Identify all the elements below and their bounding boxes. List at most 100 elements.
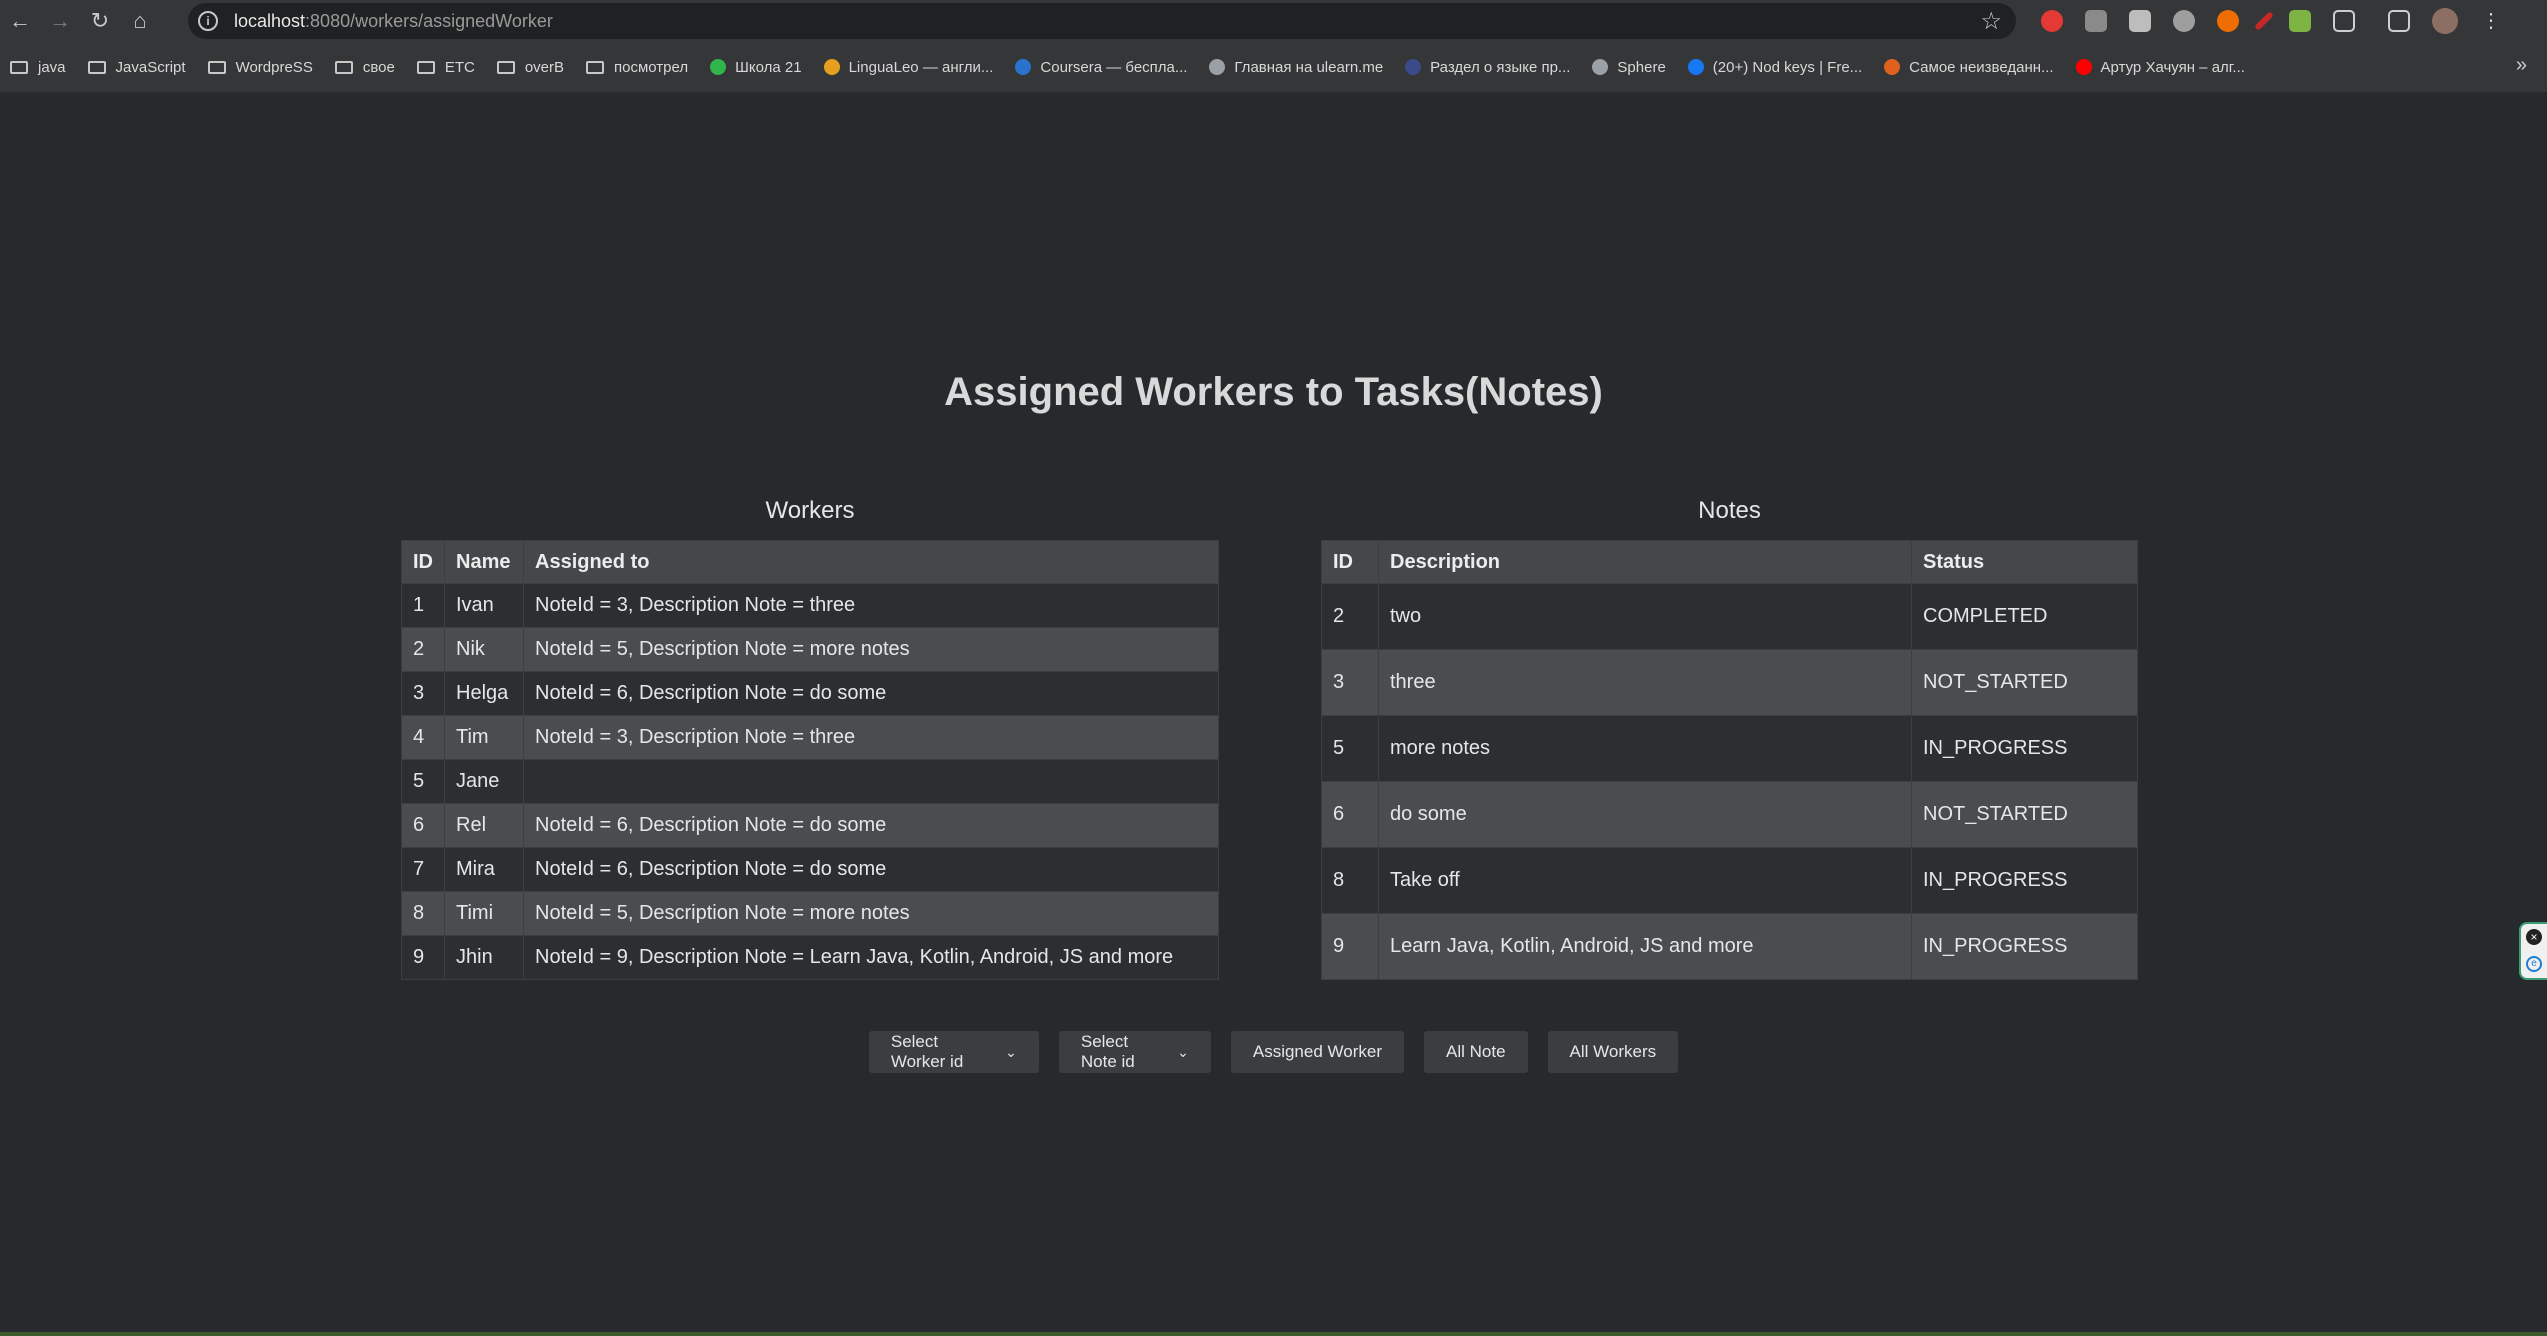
table-cell: NoteId = 6, Description Note = do some <box>523 671 1219 716</box>
notes-table: ID Description Status 2 two COMPLETED 3 thre… <box>1321 540 2138 980</box>
assign-worker-button[interactable]: Assigned Worker <box>1230 1031 1404 1073</box>
table-cell: Nik <box>444 627 524 672</box>
favicon-icon <box>1209 59 1226 75</box>
worker-id-select-label: Select Worker id <box>890 1032 964 1071</box>
extension-icon[interactable] <box>2289 10 2311 32</box>
favicon-icon <box>1884 59 1901 75</box>
bookmark-label: посмотрел <box>614 58 689 76</box>
bookmark-label: ETC <box>444 58 475 76</box>
table-row: 3 Helga NoteId = 6, Description Note = do … <box>401 671 1219 716</box>
table-cell: 9 <box>1321 913 1379 980</box>
extension-icon[interactable] <box>2041 10 2063 32</box>
extension-icon[interactable] <box>2254 11 2274 31</box>
all-note-button[interactable]: All Note <box>1424 1031 1528 1073</box>
column-header: ID <box>1321 540 1379 584</box>
back-icon[interactable]: ← <box>0 0 40 42</box>
bookmark-item[interactable]: посмотрел <box>586 59 688 76</box>
table-cell: NOT_STARTED <box>1911 649 2138 716</box>
worker-id-select[interactable]: Select Worker id ⌄ <box>868 1031 1039 1073</box>
table-row: 8 Take off IN_PROGRESS <box>1321 847 2138 914</box>
bookmark-label: LinguaLeo — англи... <box>848 58 994 76</box>
table-cell: Timi <box>444 891 524 936</box>
puzzle-icon[interactable] <box>2333 10 2355 32</box>
folder-icon <box>207 60 226 74</box>
bookmark-label: JavaScript <box>115 58 186 76</box>
favicon-icon <box>823 59 840 75</box>
bookmark-item[interactable]: WordpreSS <box>207 59 313 76</box>
widget-logo-icon: e <box>2526 956 2542 972</box>
bookmark-item[interactable]: Главная на ulearn.me <box>1209 59 1383 76</box>
bookmarks-overflow-icon[interactable]: » <box>2516 54 2527 77</box>
home-icon[interactable]: ⌂ <box>120 0 160 42</box>
menu-icon[interactable]: ⋮ <box>2480 10 2502 32</box>
table-row: 5 Jane <box>401 759 1219 804</box>
reload-icon[interactable]: ↻ <box>80 0 120 42</box>
folder-icon <box>496 60 515 74</box>
table-cell: NoteId = 6, Description Note = do some <box>523 847 1219 892</box>
bookmark-item[interactable]: Раздел о языке пр... <box>1405 59 1570 76</box>
table-cell: Jhin <box>444 935 524 980</box>
bookmark-label: java <box>38 58 66 76</box>
table-header-row: ID Name Assigned to <box>401 540 1219 584</box>
table-cell: two <box>1378 583 1912 650</box>
bookmark-star-icon[interactable]: ☆ <box>1980 7 2002 36</box>
table-cell: NoteId = 5, Description Note = more note… <box>523 891 1219 936</box>
table-cell: Rel <box>444 803 524 848</box>
address-bar[interactable]: i localhost:8080/workers/assignedWorker … <box>188 3 2016 39</box>
extension-icon[interactable] <box>2173 10 2195 32</box>
table-cell: 8 <box>401 891 445 936</box>
table-cell <box>523 759 1219 804</box>
side-widget[interactable]: × e <box>2519 922 2547 980</box>
table-cell: 9 <box>401 935 445 980</box>
table-cell: NOT_STARTED <box>1911 781 2138 848</box>
close-icon[interactable]: × <box>2526 929 2542 945</box>
favicon-icon <box>2075 59 2092 75</box>
bookmark-label: (20+) Nod keys | Fre... <box>1712 58 1863 76</box>
bookmark-item[interactable]: Coursera — беспла... <box>1015 59 1187 76</box>
table-cell: three <box>1378 649 1912 716</box>
table-cell: 5 <box>1321 715 1379 782</box>
table-cell: 3 <box>1321 649 1379 716</box>
column-header: Name <box>444 540 524 584</box>
bookmark-item[interactable]: Артур Хачуян – алг... <box>2075 59 2245 76</box>
extension-icon[interactable] <box>2129 10 2151 32</box>
bookmark-item[interactable]: overB <box>496 58 565 76</box>
bookmark-item[interactable]: Самое неизведанн... <box>1884 58 2054 76</box>
all-workers-button[interactable]: All Workers <box>1547 1031 1679 1073</box>
browser-toolbar: ← → ↻ ⌂ i localhost:8080/workers/assigne… <box>0 0 2547 42</box>
avatar[interactable] <box>2432 8 2458 34</box>
bookmark-item[interactable]: Sphere <box>1592 59 1666 76</box>
column-header: Assigned to <box>523 540 1219 584</box>
note-id-select[interactable]: Select Note id ⌄ <box>1058 1031 1211 1073</box>
table-cell: Mira <box>444 847 524 892</box>
chevron-down-icon: ⌄ <box>1177 1043 1189 1060</box>
folder-icon <box>334 60 353 74</box>
extensions-area: ⋮ <box>2030 0 2513 42</box>
note-id-select-label: Select Note id <box>1080 1032 1135 1071</box>
table-cell: Ivan <box>444 583 524 628</box>
bookmark-item[interactable]: JavaScript <box>87 58 186 76</box>
table-row: 4 Tim NoteId = 3, Description Note = three <box>401 715 1219 760</box>
bookmark-item[interactable]: java <box>10 59 66 76</box>
bookmark-item[interactable]: (20+) Nod keys | Fre... <box>1687 58 1863 76</box>
bookmark-label: Самое неизведанн... <box>1909 58 2054 76</box>
controls-bar: Select Worker id ⌄ Select Note id ⌄ Assi… <box>0 1031 2547 1073</box>
forward-icon[interactable]: → <box>40 0 80 42</box>
extension-icon[interactable] <box>2085 10 2107 32</box>
bookmark-item[interactable]: ETC <box>416 58 475 76</box>
folder-icon <box>87 60 106 74</box>
table-row: 9 Jhin NoteId = 9, Description Note = Lear… <box>401 935 1219 980</box>
favicon-icon <box>1015 59 1032 75</box>
bookmark-label: overB <box>524 58 565 76</box>
site-info-icon[interactable]: i <box>198 11 218 31</box>
bookmark-item[interactable]: Школа 21 <box>710 59 802 76</box>
table-row: 6 do some NOT_STARTED <box>1321 781 2138 848</box>
table-cell: IN_PROGRESS <box>1911 913 2138 980</box>
side-panel-icon[interactable] <box>2388 10 2410 32</box>
table-cell: 4 <box>401 715 445 760</box>
bookmark-item[interactable]: свое <box>334 59 395 76</box>
table-cell: 2 <box>1321 583 1379 650</box>
bookmark-item[interactable]: LinguaLeo — англи... <box>823 58 994 76</box>
extension-icon[interactable] <box>2217 10 2239 32</box>
table-cell: NoteId = 3, Description Note = three <box>523 715 1219 760</box>
